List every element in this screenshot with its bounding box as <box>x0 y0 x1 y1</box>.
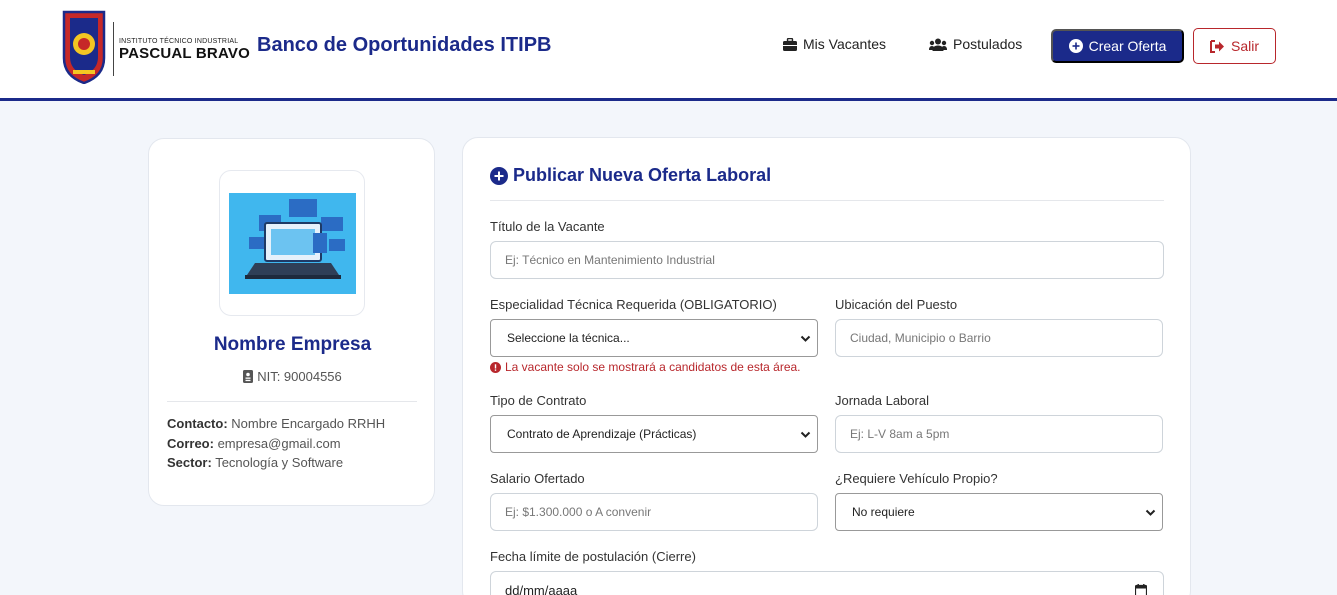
nav-postulados[interactable]: Postulados <box>929 36 1022 52</box>
company-nit: NIT: 90004556 <box>149 369 436 384</box>
navbar: INSTITUTO TÉCNICO INDUSTRIAL PASCUAL BRA… <box>0 0 1337 101</box>
chevron-down-icon <box>1145 509 1156 516</box>
sector-value: Tecnología y Software <box>215 455 344 470</box>
briefcase-icon <box>783 37 797 51</box>
vacancy-title-label: Título de la Vacante <box>490 219 605 234</box>
deadline-date-input[interactable]: dd/mm/aaaa <box>490 571 1164 595</box>
company-image <box>229 193 356 294</box>
form-title-text: Publicar Nueva Oferta Laboral <box>513 165 772 185</box>
logout-label: Salir <box>1230 38 1259 54</box>
nav-mis-vacantes[interactable]: Mis Vacantes <box>783 36 886 52</box>
chevron-down-icon <box>800 431 811 438</box>
location-label: Ubicación del Puesto <box>835 297 958 312</box>
deadline-label: Fecha límite de postulación (Cierre) <box>490 549 696 564</box>
schedule-placeholder: Ej: L-V 8am a 5pm <box>850 427 950 441</box>
nav-postulados-label: Postulados <box>953 36 1023 52</box>
chevron-down-icon <box>800 335 811 342</box>
create-offer-button[interactable]: Crear Oferta <box>1051 29 1184 63</box>
contact-value: Nombre Encargado RRHH <box>231 416 386 431</box>
salary-label: Salario Ofertado <box>490 471 585 486</box>
specialty-select[interactable]: Seleccione la técnica... <box>490 319 818 357</box>
company-profile-card: Nombre Empresa NIT: 90004556 Contacto: N… <box>148 138 435 506</box>
sector-label: Sector: <box>167 455 212 470</box>
brand-title[interactable]: Banco de Oportunidades ITIPB <box>257 34 551 57</box>
email-label: Correo: <box>167 436 214 451</box>
plus-circle-icon <box>1068 39 1083 53</box>
vacancy-title-input[interactable]: Ej: Técnico en Mantenimiento Industrial <box>490 241 1164 279</box>
profile-divider <box>167 401 417 402</box>
plus-circle-icon <box>490 166 508 185</box>
deadline-value: dd/mm/aaaa <box>505 582 578 595</box>
contract-select[interactable]: Contrato de Aprendizaje (Prácticas) <box>490 415 818 453</box>
form-divider <box>490 200 1164 201</box>
logout-button[interactable]: Salir <box>1193 28 1276 64</box>
create-offer-label: Crear Oferta <box>1088 38 1167 54</box>
salary-input[interactable]: Ej: $1.300.000 o A convenir <box>490 493 818 531</box>
institute-name: PASCUAL BRAVO <box>119 45 250 62</box>
company-nit-text: NIT: 90004556 <box>257 369 342 384</box>
contact-line: Contacto: Nombre Encargado RRHH <box>167 416 385 431</box>
vacancy-title-placeholder: Ej: Técnico en Mantenimiento Industrial <box>505 253 715 267</box>
contract-selected-value: Contrato de Aprendizaje (Prácticas) <box>507 427 697 441</box>
form-title: Publicar Nueva Oferta Laboral <box>490 165 771 186</box>
vehicle-select[interactable]: No requiere <box>835 493 1163 531</box>
email-value: empresa@gmail.com <box>217 436 341 451</box>
specialty-selected-value: Seleccione la técnica... <box>507 331 630 345</box>
specialty-warning: La vacante solo se mostrará a candidatos… <box>490 360 801 374</box>
location-input[interactable]: Ciudad, Municipio o Barrio <box>835 319 1163 357</box>
logo-divider <box>113 22 114 76</box>
company-image-frame <box>219 170 365 316</box>
schedule-input[interactable]: Ej: L-V 8am a 5pm <box>835 415 1163 453</box>
vehicle-selected-value: No requiere <box>852 505 915 519</box>
location-placeholder: Ciudad, Municipio o Barrio <box>850 331 991 345</box>
specialty-warning-text: La vacante solo se mostrará a candidatos… <box>505 360 801 374</box>
salary-placeholder: Ej: $1.300.000 o A convenir <box>505 505 652 519</box>
exclamation-circle-icon <box>490 361 501 373</box>
email-line: Correo: empresa@gmail.com <box>167 436 341 451</box>
contract-label: Tipo de Contrato <box>490 393 587 408</box>
specialty-label: Especialidad Técnica Requerida (OBLIGATO… <box>490 297 777 312</box>
nav-mis-vacantes-label: Mis Vacantes <box>803 36 886 52</box>
pascual-bravo-logo[interactable] <box>61 8 107 84</box>
contact-label: Contacto: <box>167 416 228 431</box>
calendar-icon[interactable] <box>1135 584 1147 595</box>
company-name: Nombre Empresa <box>213 334 372 355</box>
institute-subtitle: INSTITUTO TÉCNICO INDUSTRIAL <box>119 38 239 45</box>
new-offer-form-card: Publicar Nueva Oferta Laboral Título de … <box>462 137 1191 595</box>
schedule-label: Jornada Laboral <box>835 393 929 408</box>
sign-out-icon <box>1209 39 1224 53</box>
id-card-icon <box>243 370 254 383</box>
sector-line: Sector: Tecnología y Software <box>167 455 343 470</box>
users-icon <box>929 38 947 51</box>
vehicle-label: ¿Requiere Vehículo Propio? <box>835 471 998 486</box>
